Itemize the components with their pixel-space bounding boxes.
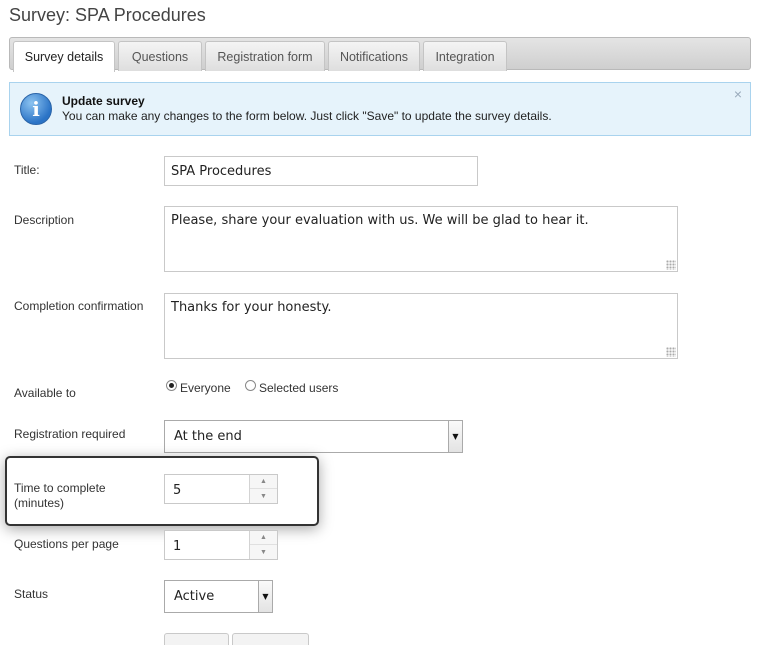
- close-icon[interactable]: ×: [734, 86, 742, 102]
- info-text: You can make any changes to the form bel…: [62, 109, 552, 123]
- time-stepper-value[interactable]: 5: [173, 483, 181, 498]
- chevron-down-icon[interactable]: ▼: [448, 421, 462, 452]
- spin-down-icon[interactable]: ▼: [250, 489, 277, 503]
- chevron-down-icon[interactable]: ▼: [258, 581, 272, 612]
- radio-selected-users-label[interactable]: Selected users: [259, 381, 338, 395]
- registration-select-value: At the end: [174, 429, 242, 444]
- time-label-line1: Time to complete: [14, 481, 106, 495]
- info-message: i Update survey You can make any changes…: [9, 82, 751, 136]
- time-label-line2: (minutes): [14, 496, 65, 510]
- save-button[interactable]: [164, 633, 229, 645]
- cancel-button[interactable]: [232, 633, 309, 645]
- radio-everyone[interactable]: [166, 380, 177, 391]
- tab-integration[interactable]: Integration: [423, 41, 507, 71]
- title-label: Title:: [14, 163, 40, 177]
- time-stepper-buttons: ▲ ▼: [249, 475, 277, 503]
- questions-label: Questions per page: [14, 537, 119, 551]
- page-title: Survey: SPA Procedures: [9, 5, 206, 25]
- tab-survey-details[interactable]: Survey details: [13, 41, 115, 72]
- spin-up-icon[interactable]: ▲: [250, 475, 277, 489]
- status-label: Status: [14, 587, 49, 601]
- tab-bar: Survey details Questions Registration fo…: [9, 37, 751, 72]
- spin-down-icon[interactable]: ▼: [250, 545, 277, 559]
- description-textarea[interactable]: Please, share your evaluation with us. W…: [164, 206, 678, 272]
- time-stepper[interactable]: 5 ▲ ▼: [164, 474, 278, 504]
- status-select[interactable]: Active ▼: [164, 580, 273, 613]
- resize-grip-icon[interactable]: [666, 347, 676, 357]
- time-label: Time to complete (minutes): [14, 481, 106, 511]
- completion-textarea[interactable]: Thanks for your honesty.: [164, 293, 678, 359]
- tab-notifications[interactable]: Notifications: [328, 41, 420, 71]
- questions-stepper[interactable]: 1 ▲ ▼: [164, 530, 278, 560]
- questions-stepper-value[interactable]: 1: [173, 539, 181, 554]
- radio-selected-users[interactable]: [245, 380, 256, 391]
- available-label: Available to: [14, 386, 76, 400]
- tab-questions[interactable]: Questions: [118, 41, 202, 71]
- completion-label: Completion confirmation: [14, 299, 144, 313]
- info-icon: i: [20, 93, 52, 125]
- registration-select[interactable]: At the end ▼: [164, 420, 463, 453]
- resize-grip-icon[interactable]: [666, 260, 676, 270]
- description-label: Description: [14, 213, 75, 227]
- status-select-value: Active: [174, 589, 215, 604]
- registration-label: Registration required: [14, 427, 126, 441]
- title-input[interactable]: [164, 156, 478, 186]
- radio-everyone-label[interactable]: Everyone: [180, 381, 231, 395]
- questions-stepper-buttons: ▲ ▼: [249, 531, 277, 559]
- spin-up-icon[interactable]: ▲: [250, 531, 277, 545]
- info-title: Update survey: [62, 94, 145, 108]
- tab-registration-form[interactable]: Registration form: [205, 41, 325, 71]
